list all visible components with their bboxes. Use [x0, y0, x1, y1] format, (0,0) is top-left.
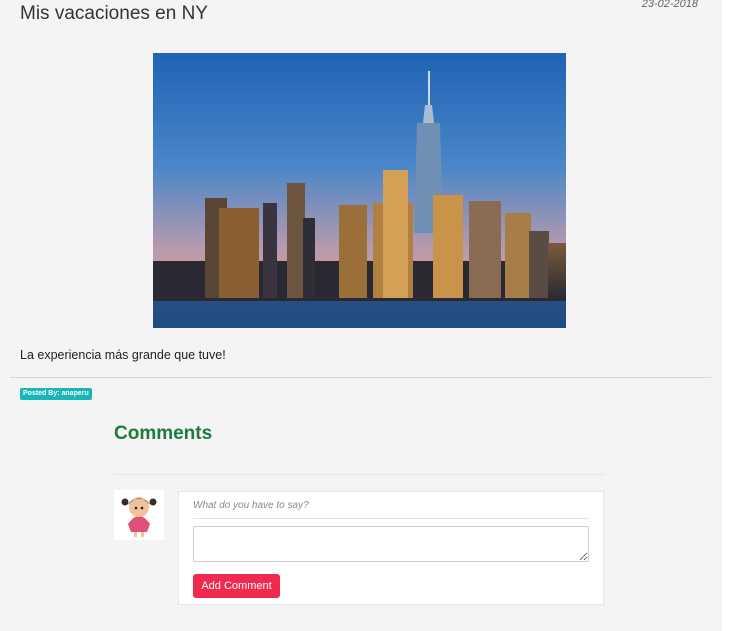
comments-divider: [114, 474, 605, 475]
post-title: Mis vacaciones en NY: [20, 3, 208, 24]
post-date: 23-02-2018: [641, 0, 698, 10]
avatar: [114, 490, 164, 540]
post-panel: Mis vacaciones en NY 23-02-2018 La exper…: [0, 0, 722, 631]
comment-textarea[interactable]: [193, 526, 589, 562]
comments-heading: Comments: [114, 423, 213, 444]
comment-prompt: What do you have to say?: [193, 500, 309, 511]
post-divider: [10, 377, 711, 378]
author-badge: Posted By: anaperu: [20, 388, 92, 400]
post-image: [153, 53, 566, 328]
user-avatar-icon: [114, 490, 164, 540]
comment-form: What do you have to say? Add Comment: [178, 491, 604, 605]
add-comment-button[interactable]: Add Comment: [193, 574, 280, 598]
post-body: La experiencia más grande que tuve!: [20, 348, 226, 362]
prompt-divider: [193, 518, 589, 519]
